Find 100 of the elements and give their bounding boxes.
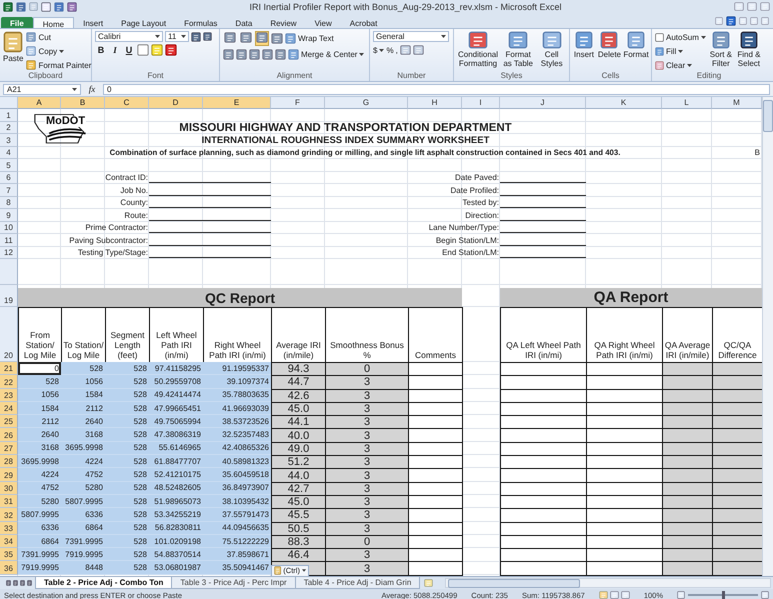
clear-button[interactable]: Clear [655,59,706,71]
column-header[interactable]: G [325,97,408,109]
ribbon-tab[interactable]: Acrobat [340,17,386,28]
vertical-scrollbar[interactable] [762,97,773,576]
caret-icon [359,52,364,56]
ribbon-tab[interactable]: Formulas [175,17,226,28]
row-header[interactable]: 19 [0,285,18,307]
table-cell: 38.10395432 [203,494,271,508]
autosum-button[interactable]: AutoSum [655,31,706,43]
cells-button[interactable]: Delete [598,31,621,59]
row-header[interactable]: 30 [0,482,18,495]
copy-button[interactable]: Copy [26,45,92,57]
row-header[interactable]: 35 [0,548,18,562]
cut-button[interactable]: Cut [26,31,92,43]
shaded-cell [662,388,713,403]
cells-button[interactable]: Format [624,31,648,59]
name-box[interactable]: A21 [3,84,81,94]
fill-button[interactable]: Fill [655,45,706,57]
row-header[interactable]: 7 [0,184,18,196]
column-header[interactable]: I [462,97,500,109]
ribbon-tab[interactable]: File [1,17,33,28]
ribbon-tab[interactable]: View [306,17,341,28]
currency-button[interactable]: $ [373,44,384,56]
column-header[interactable]: F [271,97,325,109]
column-heading: Right Wheel Path IRI (in/mi) [203,307,272,363]
table-cell: 528 [105,415,149,428]
row-header[interactable]: 1 [0,109,18,122]
row-header[interactable]: 21 [0,362,18,376]
ribbon-tab[interactable]: Insert [74,17,112,28]
row-header[interactable]: 25 [0,415,18,428]
find-select-button[interactable]: Find & Select [736,31,762,68]
row-header[interactable]: 11 [0,234,18,246]
ribbon-tab[interactable]: Page Layout [112,17,176,28]
shaded-cell [712,415,762,430]
row-header[interactable]: 34 [0,534,18,548]
row-header[interactable]: 31 [0,494,18,508]
row-header[interactable]: 9 [0,209,18,222]
italic-button[interactable]: I [109,44,121,56]
row-header[interactable]: 23 [0,388,18,402]
row-header[interactable]: 33 [0,522,18,535]
row-header[interactable]: 4 [0,146,18,159]
column-header[interactable]: E [203,97,271,109]
underline-button[interactable]: U [123,44,135,56]
row-header[interactable]: 32 [0,508,18,522]
row-header[interactable]: 8 [0,196,18,209]
ribbon-tab[interactable]: Data [226,17,262,28]
row-header[interactable]: 29 [0,468,18,482]
row-header[interactable]: 10 [0,222,18,234]
style-button[interactable]: Conditional Formatting [457,31,499,68]
font-name-dropdown[interactable]: Calibri [95,31,163,42]
column-header[interactable]: L [662,97,712,109]
row-header[interactable]: 28 [0,455,18,468]
column-header[interactable]: A [18,97,61,109]
row-header[interactable]: 36 [0,561,18,575]
table-cell: 528 [105,402,149,416]
sheet-tab[interactable]: Table 4 - Price Adj - Diam Grin [294,577,420,589]
percent-button[interactable]: % [386,44,394,56]
column-header[interactable]: J [500,97,586,109]
table-cell: 50.29559708 [149,375,203,389]
table-cell: 6864 [18,534,61,548]
merge-center-button[interactable]: Merge & Center [288,48,364,60]
row-header[interactable]: 20 [0,307,18,362]
vertical-align-button[interactable] [255,31,269,46]
horizontal-scrollbar[interactable] [445,578,771,588]
formula-field[interactable]: 0 [103,84,770,94]
number-format-dropdown[interactable]: General [373,31,449,42]
ribbon-tab[interactable]: Home [32,17,74,28]
column-header[interactable]: K [586,97,662,109]
column-heading: From Station/ Log Mile [18,307,62,363]
style-button[interactable]: Cell Styles [537,31,566,68]
cells-button[interactable]: Insert [573,31,595,59]
sort-filter-button[interactable]: Sort & Filter [708,31,733,68]
font-size-dropdown[interactable]: 11 [165,31,189,42]
bold-button[interactable]: B [95,44,107,56]
column-header[interactable]: M [712,97,762,109]
row-header[interactable]: 22 [0,375,18,389]
row-header[interactable]: 2 [0,122,18,134]
row-header[interactable]: 5 [0,159,18,172]
row-header[interactable]: 6 [0,172,18,184]
style-button[interactable]: Format as Table [502,31,534,68]
table-cell: 35.50941467 [203,561,271,575]
shaded-cell [712,522,762,536]
row-header[interactable]: 26 [0,428,18,442]
wrap-text-button[interactable]: Wrap Text [285,32,334,44]
format-painter-button[interactable]: Format Painter [26,59,92,71]
row-header[interactable]: 12 [0,246,18,259]
zoom-slider-thumb[interactable] [722,591,724,599]
paste-button[interactable]: Paste [3,31,24,63]
comma-button[interactable]: , [396,44,398,56]
column-header[interactable]: C [105,97,149,109]
row-header[interactable]: 24 [0,402,18,416]
row-header[interactable]: 3 [0,134,18,146]
sheet-tab[interactable]: Table 2 - Price Adj - Combo Ton [35,577,172,589]
insert-function-label[interactable]: fx [85,84,99,94]
row-header[interactable]: 27 [0,442,18,456]
column-header[interactable]: B [61,97,105,109]
sheet-tab[interactable]: Table 3 - Price Adj - Perc Impr [171,577,296,589]
column-header[interactable]: D [149,97,203,109]
column-header[interactable]: H [408,97,462,109]
ribbon-tab[interactable]: Review [261,17,306,28]
